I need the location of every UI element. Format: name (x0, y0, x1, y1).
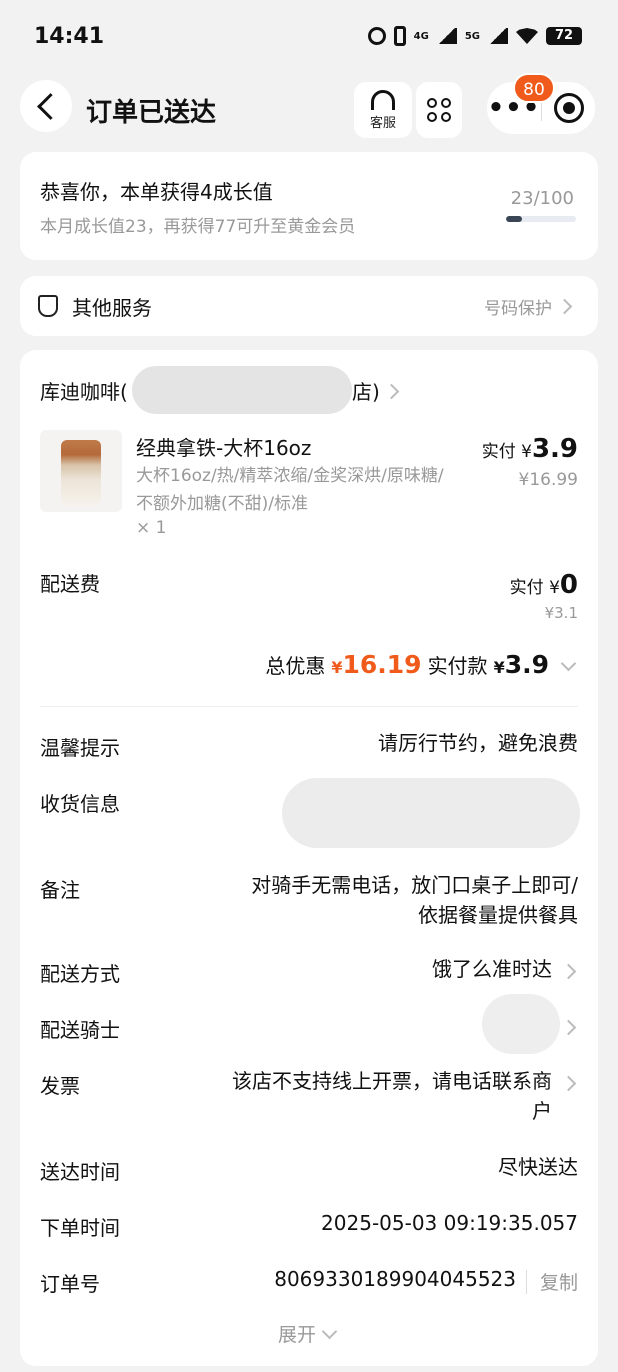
arrive-time-label: 送达时间 (40, 1160, 120, 1184)
redacted-shop-name (132, 366, 352, 414)
product-original-price: ¥16.99 (518, 470, 578, 490)
total-discount-label: 总优惠 (265, 654, 326, 678)
shop-name[interactable]: 库迪咖啡( (40, 376, 128, 405)
page-title: 订单已送达 (86, 98, 217, 128)
expand-button[interactable]: 展开 (278, 1320, 338, 1347)
note-value: 对骑手无需电话，放门口桌子上即可/ 依据餐量提供餐具 (251, 873, 578, 927)
growth-progress-fill (506, 216, 523, 222)
divider (40, 706, 578, 707)
network-5g-label: 5G (464, 30, 480, 42)
copy-order-number-button[interactable]: 复制 (540, 1268, 578, 1295)
chevron-right-icon[interactable] (560, 1019, 577, 1036)
product-quantity: × 1 (136, 518, 167, 538)
back-arrow-icon (36, 92, 64, 120)
order-number-label: 订单号 (40, 1272, 100, 1296)
delivery-method-value[interactable]: 饿了么准时达 (432, 954, 552, 984)
network-4g-label: 4G (413, 30, 429, 42)
apps-icon (427, 98, 451, 122)
target-icon (563, 102, 575, 114)
note-label: 备注 (40, 878, 80, 902)
total-paid-amount: 3.9 (504, 650, 549, 679)
product-image[interactable] (40, 430, 122, 512)
redacted-address (282, 778, 580, 848)
chevron-right-icon[interactable] (383, 383, 400, 400)
other-services-label: 其他服务 (72, 296, 152, 320)
redacted-rider (482, 994, 560, 1054)
growth-card[interactable]: 恭喜你，本单获得4成长值 本月成长值23，再获得77可升至黄金会员 23/100 (20, 152, 598, 260)
product-spec: 大杯16oz/热/精萃浓缩/金奖深烘/原味糖/不额外加糖(不甜)/标准 (136, 466, 444, 514)
address-label: 收货信息 (40, 792, 120, 816)
growth-progress-text: 23/100 (510, 188, 574, 209)
invoice-value[interactable]: 该店不支持线上开票，请电话联系商 户 (232, 1066, 552, 1126)
vibrate-icon (393, 26, 406, 46)
shop-name-suffix: 店) (352, 380, 380, 404)
total-discount-amount: 16.19 (342, 650, 422, 679)
signal-icon-2 (488, 28, 508, 44)
customer-service-button[interactable]: 客服 (354, 82, 412, 138)
wifi-icon (516, 28, 538, 44)
product-paid-price: 实付 ¥3.9 (481, 434, 578, 464)
chevron-right-icon (560, 963, 577, 980)
customer-service-label: 客服 (369, 115, 396, 131)
battery-indicator: 72 (546, 27, 582, 45)
chevron-right-icon (560, 1075, 577, 1092)
total-paid-label: 实付款 (427, 654, 488, 678)
chevron-down-icon (321, 1323, 338, 1340)
order-card: 库迪咖啡( 店) 经典拿铁-大杯16oz 大杯16oz/热/精萃浓缩/金奖深烘/… (20, 350, 598, 1366)
delivery-fee-label: 配送费 (40, 572, 100, 596)
status-time: 14:41 (34, 24, 105, 49)
growth-subtext: 本月成长值23，再获得77可升至黄金会员 (40, 217, 356, 237)
more-apps-button[interactable] (416, 82, 462, 138)
expand-label: 展开 (278, 1324, 317, 1346)
other-services-row[interactable]: 其他服务 号码保护 (20, 276, 598, 336)
status-bar: 14:41 4G 5G 72 (0, 0, 618, 76)
growth-headline: 恭喜你，本单获得4成长值 (40, 180, 273, 204)
tip-label: 温馨提示 (40, 736, 120, 760)
back-button[interactable] (20, 80, 72, 132)
order-time-value: 2025-05-03 09:19:35.057 (321, 1211, 578, 1235)
invoice-label: 发票 (40, 1074, 80, 1098)
product-name: 经典拿铁-大杯16oz (136, 436, 312, 460)
close-mini-program-button[interactable] (554, 93, 584, 123)
tip-value: 请厉行节约，避免浪费 (378, 731, 578, 755)
chevron-down-icon (560, 655, 577, 672)
shield-icon (38, 295, 58, 317)
headset-icon (371, 89, 395, 110)
arrive-time-value: 尽快送达 (498, 1155, 578, 1179)
rider-label: 配送骑士 (40, 1018, 120, 1042)
notification-badge: 80 (513, 73, 555, 103)
number-protection-label: 号码保护 (484, 299, 552, 319)
chevron-right-icon (556, 298, 573, 315)
order-number-value: 8069330189904045523 (274, 1267, 516, 1291)
signal-icon (436, 28, 457, 44)
delivery-fee-paid: 实付 ¥0 (509, 570, 578, 600)
growth-progress-bar (506, 216, 576, 222)
alarm-icon (367, 27, 386, 45)
delivery-fee-original: ¥3.1 (544, 604, 578, 622)
delivery-method-label: 配送方式 (40, 962, 120, 986)
order-time-label: 下单时间 (40, 1216, 120, 1240)
order-total[interactable]: 总优惠 ¥16.19 实付款 ¥3.9 (265, 650, 577, 679)
